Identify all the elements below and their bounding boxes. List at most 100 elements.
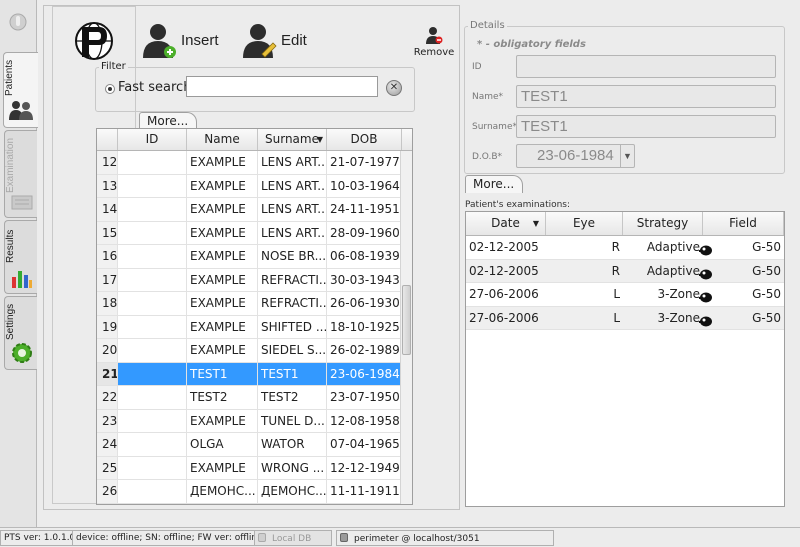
connection-label: perimeter @ localhost/3051	[354, 534, 480, 544]
table-row[interactable]: 25 EXAMPLE WRONG ... 12-12-1949	[97, 456, 412, 480]
connection-status: perimeter @ localhost/3051	[336, 530, 554, 546]
table-row[interactable]: 02-12-2005 R Adaptive G-50	[466, 259, 784, 283]
col-header-strategy[interactable]: Strategy	[623, 212, 703, 235]
table-cell-surname: SIEDEL S...	[258, 339, 327, 362]
table-cell-eye-text: R	[611, 240, 620, 254]
table-cell-name: EXAMPLE	[187, 268, 258, 291]
table-cell-dob: 26-02-1989	[327, 339, 402, 362]
table-cell-dob: 12-12-1949	[327, 456, 402, 479]
table-cell-eye-text: L	[613, 310, 620, 325]
eye-icon	[699, 241, 713, 256]
col-header-dob[interactable]: DOB	[327, 129, 402, 150]
table-row[interactable]: 14 EXAMPLE LENS ART... 24-11-1951	[97, 198, 412, 222]
col-header-id[interactable]: ID	[118, 129, 187, 150]
tab-patients[interactable]: Patients	[3, 52, 38, 128]
tab-settings[interactable]: Settings	[4, 296, 37, 370]
table-cell-date-text: 27-06-2006	[469, 287, 539, 301]
col-header-name[interactable]: Name	[187, 129, 258, 150]
patients-table-scrollbar[interactable]	[400, 151, 412, 504]
table-row[interactable]: 17 EXAMPLE REFRACTI... 30-03-1943	[97, 268, 412, 292]
name-label: Name*	[472, 92, 504, 102]
clear-search-button[interactable]: ✕	[386, 80, 402, 96]
insert-button[interactable]: Insert	[143, 22, 219, 58]
table-cell-dob: 26-06-1930	[327, 292, 402, 315]
table-row[interactable]: 27-06-2006 L 3-Zone G-50	[466, 306, 784, 330]
patients-table-header: ID Name Surname ▼ DOB	[97, 129, 412, 151]
surname-field[interactable]: TEST1	[516, 115, 776, 138]
table-cell-n: 24	[97, 433, 118, 456]
eye-icon	[699, 312, 713, 326]
obligatory-note: * - obligatory fields	[477, 39, 586, 50]
surname-label: Surname*	[472, 122, 517, 132]
id-field[interactable]	[516, 55, 776, 78]
table-cell-name: EXAMPLE	[187, 151, 258, 174]
table-cell-n: 16	[97, 245, 118, 268]
results-chart-icon	[10, 267, 34, 289]
col-header-eye[interactable]: Eye	[546, 212, 623, 235]
dob-value: 23-06-1984	[537, 147, 614, 164]
dob-dropdown-icon[interactable]: ▼	[620, 145, 634, 167]
local-db-button[interactable]: Local DB	[254, 530, 332, 546]
tab-results[interactable]: Results	[4, 220, 37, 294]
table-row[interactable]: 13 EXAMPLE LENS ART... 10-03-1964	[97, 174, 412, 198]
tab-patients-label: Patients	[4, 59, 15, 97]
table-row[interactable]: 20 EXAMPLE SIEDEL S... 26-02-1989	[97, 339, 412, 363]
table-row[interactable]: 02-12-2005 R Adaptive G-50	[466, 236, 784, 260]
scrollbar-thumb[interactable]	[402, 285, 411, 355]
table-row[interactable]: 22 TEST2 TEST2 23-07-1950	[97, 386, 412, 410]
table-cell-id	[118, 362, 187, 385]
tab-results-label: Results	[5, 229, 16, 263]
database-icon	[258, 533, 266, 542]
col-header-index[interactable]	[97, 129, 118, 150]
table-cell-eye: R	[540, 260, 623, 283]
name-field[interactable]: TEST1	[516, 85, 776, 108]
table-cell-surname: TUNEL D...	[258, 409, 327, 432]
table-cell-dob: 07-04-1965	[327, 433, 402, 456]
table-cell-name: EXAMPLE	[187, 174, 258, 197]
table-row[interactable]: 15 EXAMPLE LENS ART... 28-09-1960	[97, 221, 412, 245]
table-row[interactable]: 19 EXAMPLE SHIFTED ... 18-10-1925	[97, 315, 412, 339]
table-cell-id	[118, 386, 187, 409]
table-row[interactable]: 24 OLGA WATOR 07-04-1965	[97, 433, 412, 457]
table-cell-surname: REFRACTI...	[258, 268, 327, 291]
eye-icon	[699, 265, 713, 279]
table-row[interactable]: 12 EXAMPLE LENS ART... 21-07-1977	[97, 151, 412, 175]
table-cell-surname: WRONG ...	[258, 456, 327, 479]
table-cell-n: 21	[97, 362, 118, 385]
details-more-tab[interactable]: More...	[465, 175, 524, 193]
remove-button[interactable]: Remove	[412, 26, 456, 60]
table-cell-date-text: 02-12-2005	[469, 263, 539, 278]
table-row[interactable]: 16 EXAMPLE NOSE BR... 06-08-1939	[97, 245, 412, 269]
table-cell-eye-text: L	[613, 287, 620, 301]
table-cell-n: 15	[97, 221, 118, 244]
table-cell-name: EXAMPLE	[187, 245, 258, 268]
fast-search-label: Fast search	[118, 80, 192, 95]
table-row[interactable]: 27-06-2006 L 3-Zone G-50	[466, 283, 784, 307]
table-row[interactable]: 21 TEST1 TEST1 23-06-1984	[97, 362, 412, 386]
table-row[interactable]: 26 ДЕМОНС... ДЕМОНС... 11-11-1911	[97, 480, 412, 504]
table-cell-name: EXAMPLE	[187, 409, 258, 432]
dob-field[interactable]: 23-06-1984 ▼	[516, 144, 635, 168]
patients-table: ID Name Surname ▼ DOB 12 EXAMPLE LENS ART.…	[96, 128, 413, 505]
edit-button[interactable]: Edit	[243, 22, 307, 58]
table-cell-name: EXAMPLE	[187, 315, 258, 338]
table-cell-dob: 23-06-1984	[327, 362, 402, 385]
table-cell-surname: NOSE BR...	[258, 245, 327, 268]
table-cell-eye: L	[540, 307, 623, 330]
table-cell-surname: TEST2	[258, 386, 327, 409]
status-bar: PTS ver: 1.0.1.0 device: offline; SN: of…	[0, 527, 800, 547]
fast-search-radio[interactable]	[105, 84, 115, 94]
table-row[interactable]: 23 EXAMPLE TUNEL D... 12-08-1958	[97, 409, 412, 433]
edit-button-label: Edit	[281, 31, 307, 49]
table-cell-strategy-text: 3-Zone	[657, 310, 700, 325]
table-cell-date-text: 27-06-2006	[469, 310, 539, 325]
table-cell-n: 13	[97, 174, 118, 197]
tab-examination[interactable]: Examination	[4, 130, 37, 218]
col-header-date[interactable]: Date ▼	[466, 212, 546, 235]
details-title: Details	[468, 20, 507, 31]
table-row[interactable]: 18 EXAMPLE REFRACTI... 26-06-1930	[97, 292, 412, 316]
col-header-field[interactable]: Field	[703, 212, 784, 235]
col-header-surname[interactable]: Surname ▼	[258, 129, 327, 150]
search-input[interactable]	[186, 76, 378, 97]
app-top-icon	[8, 10, 28, 38]
